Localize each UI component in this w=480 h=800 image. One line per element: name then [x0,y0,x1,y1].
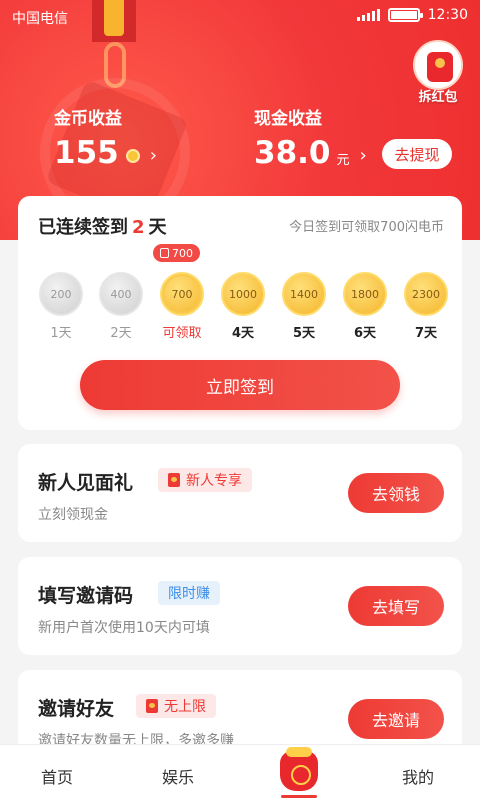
task-tag-label: 限时赚 [168,586,210,602]
nav-lucky-bag[interactable] [279,747,319,795]
day-label: 4天 [231,326,255,341]
task-card-invite-code: 填写邀请码 限时赚 新用户首次使用10天内可填 去填写 [18,557,462,655]
day-label: 7天 [414,326,438,341]
sign-day-7: 2300 7天 [403,272,449,341]
sign-in-title: 已连续签到 2 天 [38,213,167,239]
day-coin: 1400 [282,272,326,316]
day-label: 2天 [110,326,132,341]
cash-unit: 元 [336,152,350,168]
task-tag: 新人专享 [158,468,252,492]
red-packet-icon [146,699,158,713]
status-bar: 中国电信 12:30 [0,0,480,32]
day-coin: 200 [39,272,83,316]
nav-entertainment[interactable]: 娱乐 [162,764,194,788]
day-coin: 1800 [343,272,387,316]
withdraw-button[interactable]: 去提现 [382,139,452,169]
coin-earnings[interactable]: 金币收益 155 › [54,104,157,171]
coin-earnings-label: 金币收益 [54,109,122,129]
fill-code-button[interactable]: 去填写 [348,586,444,626]
coin-icon [125,149,140,163]
sign-in-days: 200 1天 400 2天 700 可领取 1000 4天 1400 5天 18… [38,272,448,342]
streak-suffix: 天 [148,217,167,238]
today-reward-value: 700 [172,246,193,260]
sign-in-hint: 今日签到可领取700闪电币 [289,220,444,235]
task-card-newcomer-gift: 新人见面礼 新人专享 立刻领现金 去领钱 [18,444,462,542]
day-coin: 400 [99,272,143,316]
nav-mine[interactable]: 我的 [402,764,434,788]
day-label: 可领取 [162,326,202,341]
day-label: 6天 [353,326,377,341]
day-label: 1天 [50,326,72,341]
red-packet-icon [168,473,180,487]
task-tag: 无上限 [136,694,216,718]
nav-active-indicator [281,795,317,798]
battery-icon [387,8,423,22]
signal-icon [356,9,380,21]
carrier-name: 中国电信 [12,11,68,27]
streak-days: 2 [132,217,145,238]
bottom-nav: 首页 娱乐 我的 [0,744,480,800]
sign-day-3[interactable]: 700 可领取 [159,272,205,341]
status-time: 12:30 [427,7,468,23]
day-coin: 700 [160,272,204,316]
day-label: 5天 [292,326,316,341]
cash-earnings-value: 38.0 [254,135,331,171]
day-coin: 1000 [221,272,265,316]
invite-button[interactable]: 去邀请 [348,699,444,739]
chevron-right-icon: › [359,144,367,166]
cash-earnings[interactable]: 现金收益 38.0 元 › [254,104,367,171]
today-reward-badge: 700 [153,244,200,262]
red-packet-icon [413,40,463,90]
gift-icon [160,248,169,258]
sign-in-card: 已连续签到 2 天 今日签到可领取700闪电币 700 200 1天 400 2天 … [18,196,462,430]
task-title: 新人见面礼 [38,472,134,494]
sign-day-6: 1800 6天 [342,272,388,341]
task-tag-label: 新人专享 [186,473,242,489]
cash-earnings-label: 现金收益 [254,109,322,129]
sign-day-4: 1000 4天 [220,272,266,341]
task-tag: 限时赚 [158,581,220,605]
chevron-right-icon: › [149,144,157,166]
sign-day-1: 200 1天 [38,272,84,341]
coin-earnings-value: 155 [54,135,119,171]
sign-in-button[interactable]: 立即签到 [80,360,400,410]
red-packet-button[interactable]: 拆红包 [408,40,468,105]
sign-day-2: 400 2天 [98,272,144,341]
task-tag-label: 无上限 [164,699,206,715]
nav-home[interactable]: 首页 [41,764,73,788]
task-desc: 立刻领现金 [38,507,108,523]
task-title: 邀请好友 [38,698,115,720]
task-desc: 新用户首次使用10天内可填 [38,620,210,636]
sign-day-5: 1400 5天 [281,272,327,341]
streak-prefix: 已连续签到 [38,217,128,238]
task-title: 填写邀请码 [38,585,134,607]
day-coin: 2300 [404,272,448,316]
lucky-bag-icon [280,747,318,791]
get-cash-button[interactable]: 去领钱 [348,473,444,513]
